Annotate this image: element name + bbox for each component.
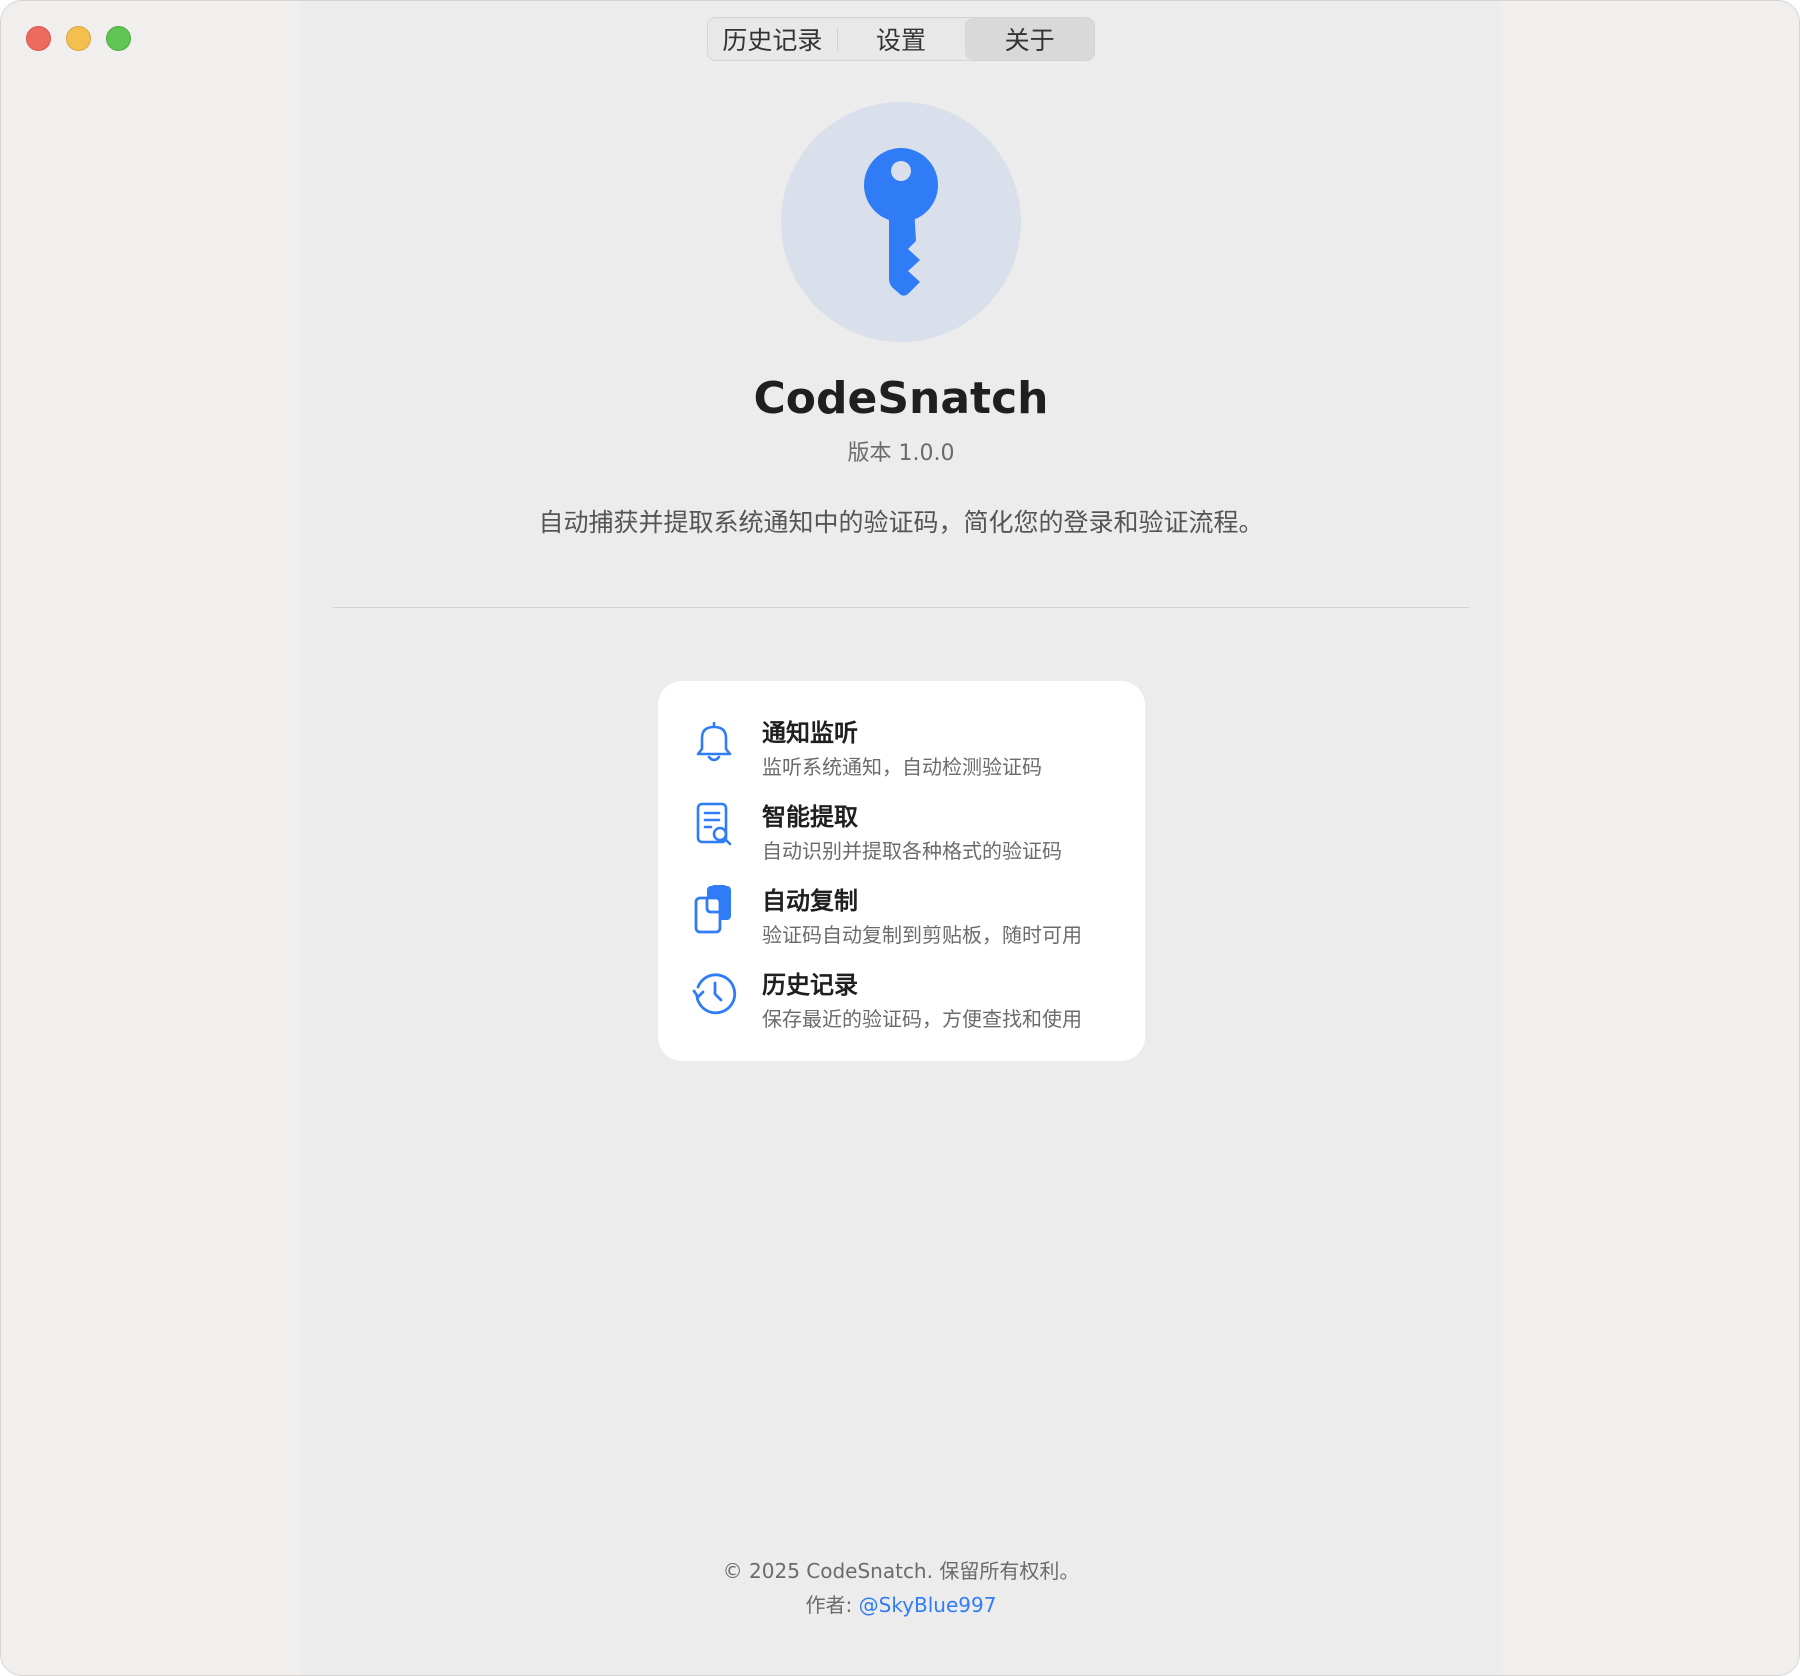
author-line: 作者: @SkyBlue997 <box>301 1589 1501 1618</box>
divider <box>333 607 1469 608</box>
feature-title: 通知监听 <box>762 719 858 747</box>
app-icon <box>781 102 1021 342</box>
feature-item: 智能提取 自动识别并提取各种格式的验证码 <box>688 795 1115 879</box>
minimize-window-button[interactable] <box>66 26 91 51</box>
tab-history[interactable]: 历史记录 <box>708 18 837 60</box>
tab-settings[interactable]: 设置 <box>836 18 966 60</box>
copyright-text: © 2025 CodeSnatch. 保留所有权利。 <box>722 1559 1080 1583</box>
feature-desc: 验证码自动复制到剪贴板，随时可用 <box>762 923 1082 947</box>
bell-icon <box>688 715 740 767</box>
app-name: CodeSnatch <box>753 373 1049 424</box>
feature-desc: 保存最近的验证码，方便查找和使用 <box>762 1007 1082 1031</box>
feature-desc: 监听系统通知，自动检测验证码 <box>762 755 1042 779</box>
version-label: 版本 1.0.0 <box>847 441 955 466</box>
author-link[interactable]: @SkyBlue997 <box>859 1593 997 1617</box>
key-icon <box>864 148 938 296</box>
tab-about[interactable]: 关于 <box>965 18 1094 60</box>
feature-item: 历史记录 保存最近的验证码，方便查找和使用 <box>688 963 1115 1047</box>
feature-desc: 自动识别并提取各种格式的验证码 <box>762 839 1062 863</box>
window-left-gutter <box>1 1 301 1675</box>
app-description: 自动捕获并提取系统通知中的验证码，简化您的登录和验证流程。 <box>538 508 1264 537</box>
close-window-button[interactable] <box>26 26 51 51</box>
copy-icon <box>688 883 740 935</box>
feature-title: 自动复制 <box>762 887 858 915</box>
feature-title: 历史记录 <box>762 971 858 999</box>
app-window: 历史记录 设置 关于 CodeSnatch 版本 1.0.0 自动捕获并提取系统… <box>0 0 1800 1676</box>
feature-title: 智能提取 <box>762 803 858 831</box>
history-icon <box>688 967 740 1019</box>
tab-bar: 历史记录 设置 关于 <box>707 17 1095 61</box>
feature-item: 通知监听 监听系统通知，自动检测验证码 <box>688 711 1115 795</box>
zoom-window-button[interactable] <box>106 26 131 51</box>
author-label: 作者: <box>805 1593 859 1617</box>
doc-search-icon <box>688 799 740 851</box>
feature-item: 自动复制 验证码自动复制到剪贴板，随时可用 <box>688 879 1115 963</box>
feature-card: 通知监听 监听系统通知，自动检测验证码 智能提取 自动识别并提取各种格式的验证码 <box>658 681 1145 1061</box>
window-right-gutter <box>1499 1 1799 1675</box>
